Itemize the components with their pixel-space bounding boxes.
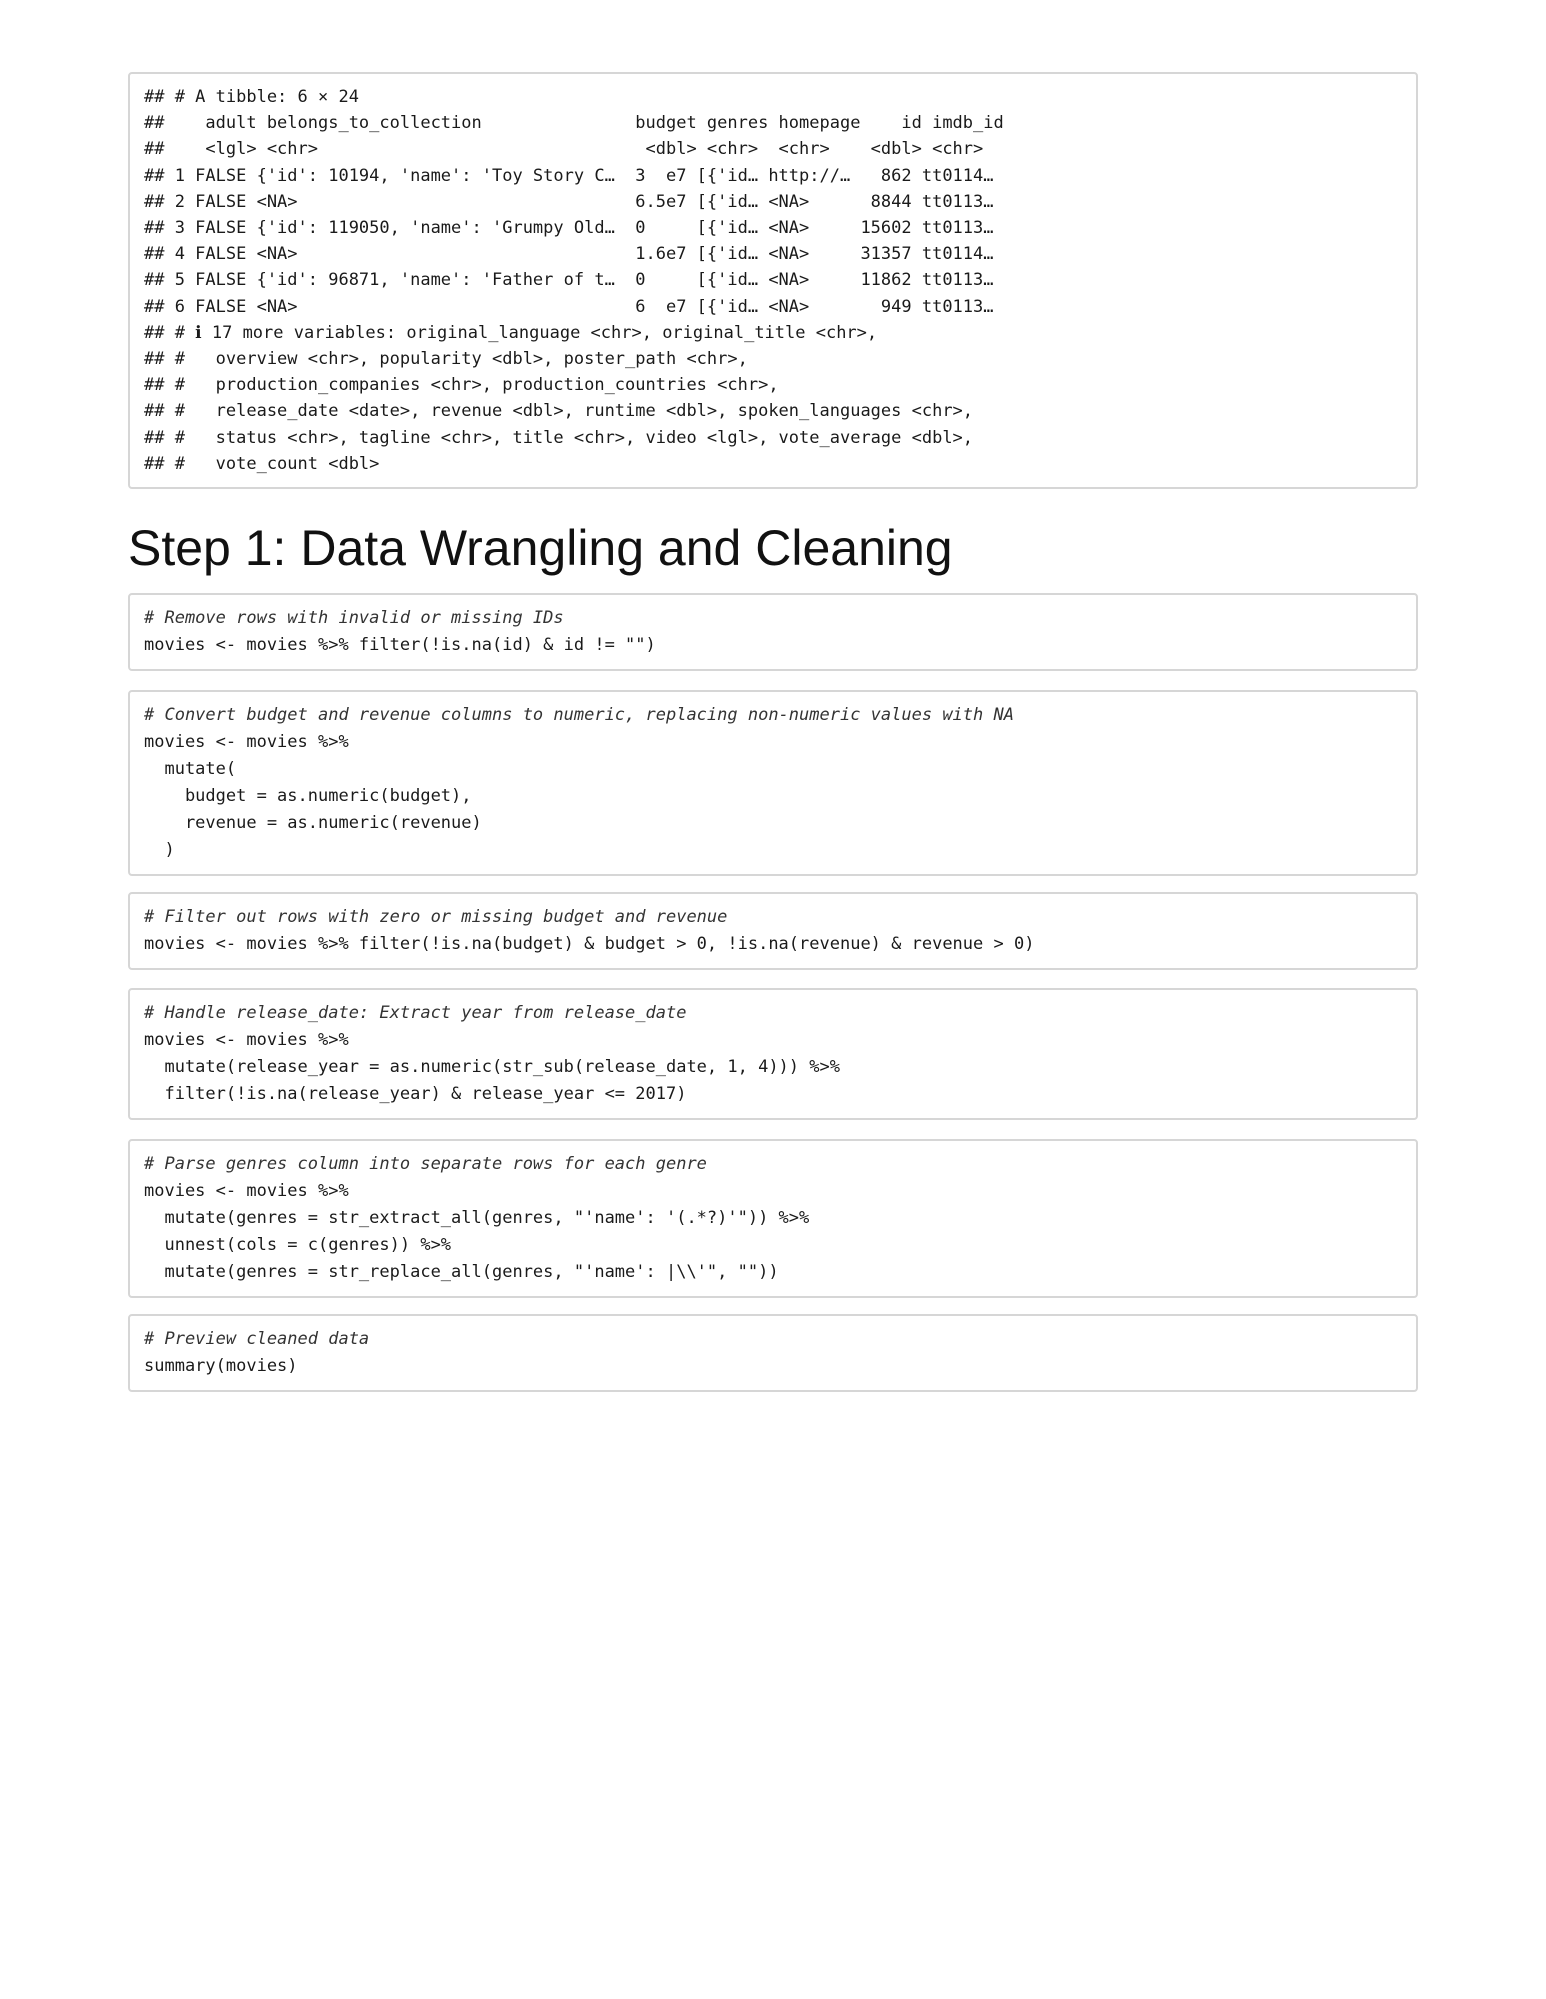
code-comment: # Filter out rows with zero or missing b… <box>144 907 728 927</box>
tibble-output-block: ## # A tibble: 6 × 24 ## adult belongs_t… <box>128 72 1418 490</box>
output-line: ## # release_date <date>, revenue <dbl>,… <box>144 401 974 422</box>
output-line: ## # vote_count <dbl> <box>144 453 380 474</box>
output-line: ## # ℹ 17 more variables: original_langu… <box>144 322 878 343</box>
output-line: ## # production_companies <chr>, product… <box>144 375 779 396</box>
output-line: ## # overview <chr>, popularity <dbl>, p… <box>144 349 748 370</box>
code-block-filter-zero: # Filter out rows with zero or missing b… <box>128 892 1418 970</box>
code-comment: # Preview cleaned data <box>144 1329 370 1349</box>
code-block-convert-numeric: # Convert budget and revenue columns to … <box>128 690 1418 876</box>
code-comment: # Remove rows with invalid or missing ID… <box>144 608 564 628</box>
output-line: ## <lgl> <chr> <dbl> <chr> <chr> <dbl> <… <box>144 139 984 160</box>
code-block-release-date: # Handle release_date: Extract year from… <box>128 988 1418 1120</box>
output-line: ## 4 FALSE <NA> 1.6e7 [{'id… <NA> 31357 … <box>144 244 994 265</box>
tibble-output-text: ## # A tibble: 6 × 24 ## adult belongs_t… <box>144 84 1416 477</box>
output-line: ## adult belongs_to_collection budget ge… <box>144 113 1004 134</box>
code-comment: # Handle release_date: Extract year from… <box>144 1003 687 1023</box>
section-heading: Step 1: Data Wrangling and Cleaning <box>128 520 953 576</box>
code-comment: # Parse genres column into separate rows… <box>144 1154 707 1174</box>
code-text: movies <- movies %>% filter(!is.na(id) &… <box>144 635 656 655</box>
code-block-remove-ids: # Remove rows with invalid or missing ID… <box>128 593 1418 671</box>
code-text: movies <- movies %>% filter(!is.na(budge… <box>144 934 1035 954</box>
code-block-preview: # Preview cleaned data summary(movies) <box>128 1314 1418 1392</box>
code-text: movies <- movies %>% mutate( budget = as… <box>144 732 482 860</box>
output-line: ## 3 FALSE {'id': 119050, 'name': 'Grump… <box>144 218 994 239</box>
code-text: movies <- movies %>% mutate(release_year… <box>144 1030 840 1104</box>
output-line: ## # A tibble: 6 × 24 <box>144 87 359 107</box>
code-text: summary(movies) <box>144 1356 298 1376</box>
code-block-parse-genres: # Parse genres column into separate rows… <box>128 1139 1418 1298</box>
output-line: ## 2 FALSE <NA> 6.5e7 [{'id… <NA> 8844 t… <box>144 191 994 212</box>
output-line: ## 6 FALSE <NA> 6 e7 [{'id… <NA> 949 tt0… <box>144 296 994 317</box>
output-line: ## 1 FALSE {'id': 10194, 'name': 'Toy St… <box>144 165 994 186</box>
code-comment: # Convert budget and revenue columns to … <box>144 705 1014 725</box>
code-text: movies <- movies %>% mutate(genres = str… <box>144 1181 810 1282</box>
output-line: ## # status <chr>, tagline <chr>, title … <box>144 427 974 448</box>
output-line: ## 5 FALSE {'id': 96871, 'name': 'Father… <box>144 270 994 291</box>
